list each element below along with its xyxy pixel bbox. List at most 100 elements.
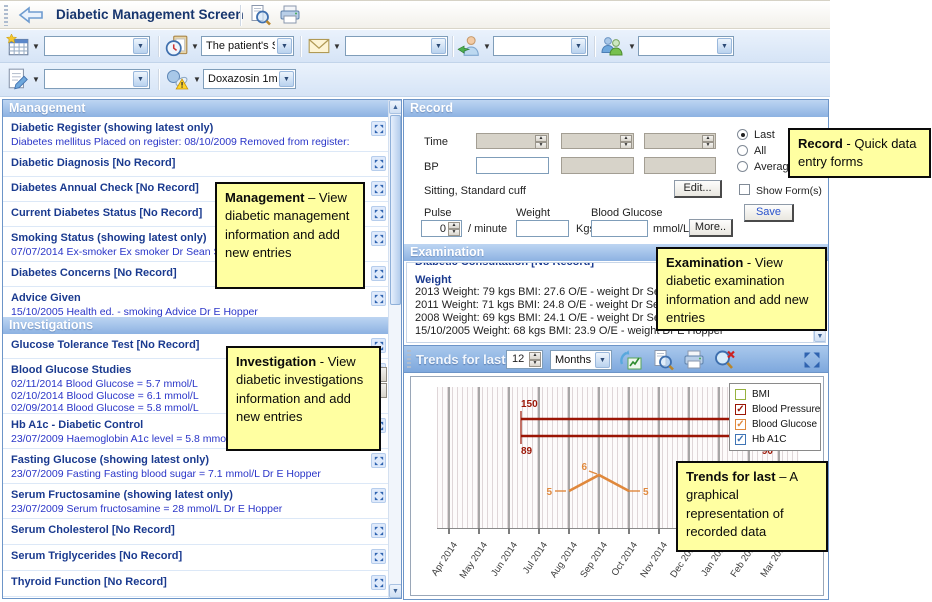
patient-services-caret-icon[interactable]: ▼ (191, 42, 199, 51)
investigations-header: Investigations (3, 317, 390, 334)
pulse-spinner[interactable]: 0 ▲▼ (421, 220, 462, 237)
prescription-caret-icon[interactable]: ▼ (32, 75, 40, 84)
dropdown-arrow-icon[interactable]: ▼ (571, 38, 586, 54)
dropdown-arrow-icon[interactable]: ▼ (717, 38, 732, 54)
blood-glucose-checkbox[interactable]: ✓ (735, 419, 746, 430)
refresh-chart-button[interactable] (617, 348, 645, 372)
list-item-diabetic-diagnosis[interactable]: Diabetic Diagnosis [No Record] (3, 152, 390, 177)
legend-item-hba1c[interactable]: ✓ Hb A1C (735, 433, 815, 446)
list-item-diabetic-register[interactable]: Diabetic Register (showing latest only) … (3, 117, 390, 152)
trends-unit-select[interactable]: Months ▼ (550, 350, 612, 370)
item-detail: 15/10/2005 Health ed. - smoking Advice D… (11, 306, 364, 318)
preview-button[interactable] (247, 3, 273, 27)
legend-item-blood-glucose[interactable]: ✓ Blood Glucose (735, 418, 815, 433)
back-button[interactable] (14, 3, 50, 27)
expand-icon[interactable] (371, 488, 386, 503)
radio-average[interactable] (737, 161, 748, 172)
scrollbar-thumb[interactable] (390, 115, 401, 305)
expand-chart-button[interactable] (800, 348, 824, 372)
time-spinner-3[interactable]: ▲▼ (644, 133, 716, 149)
printer-icon (279, 4, 301, 26)
trends-toolbar: Trends for last 12 ▲▼ Months ▼ (404, 345, 828, 373)
appointments-calendar-icon[interactable] (6, 34, 30, 58)
expand-icon[interactable] (371, 231, 386, 246)
scroll-up-icon[interactable]: ▲ (389, 100, 402, 114)
medication-pills-icon[interactable] (165, 67, 189, 91)
bp-field-3 (644, 157, 716, 174)
patients-people-icon[interactable] (600, 34, 624, 58)
trends-period-spinner[interactable]: 12 ▲▼ (506, 350, 543, 369)
edit-button[interactable]: Edit... (674, 180, 722, 198)
list-item-serum-cholesterol[interactable]: Serum Cholesterol [No Record] (3, 519, 390, 545)
expand-icon[interactable] (371, 181, 386, 196)
time-spinner-1[interactable]: ▲▼ (476, 133, 549, 149)
dropdown-arrow-icon[interactable]: ▼ (133, 38, 148, 54)
list-item-serum-fructosamine[interactable]: Serum Fructosamine (showing latest only)… (3, 484, 390, 519)
expand-icon[interactable] (371, 266, 386, 281)
bp-field-2 (561, 157, 634, 174)
blood-glucose-input[interactable] (591, 220, 648, 237)
radio-last[interactable] (737, 129, 748, 140)
blood-pressure-checkbox[interactable]: ✓ (735, 404, 746, 415)
medication-caret-icon[interactable]: ▼ (193, 75, 201, 84)
list-item-fasting-glucose[interactable]: Fasting Glucose (showing latest only) 23… (3, 449, 390, 484)
expand-icon[interactable] (371, 575, 386, 590)
dropdown-arrow-icon[interactable]: ▼ (133, 71, 148, 87)
expand-icon[interactable] (371, 523, 386, 538)
list-item-thyroid-function[interactable]: Thyroid Function [No Record] (3, 571, 390, 597)
note-bold-text: Examination (666, 255, 743, 270)
bp-input-1[interactable] (476, 157, 549, 174)
mail-envelope-icon[interactable] (307, 34, 331, 58)
dropdown-arrow-icon[interactable]: ▼ (595, 352, 610, 368)
legend-item-blood-pressure[interactable]: ✓ Blood Pressure (735, 403, 815, 418)
dropdown-arrow-icon[interactable]: ▼ (279, 71, 294, 87)
radio-all[interactable] (737, 145, 748, 156)
list-item-advice-given[interactable]: Advice Given 15/10/2005 Health ed. - smo… (3, 287, 390, 317)
referral-caret-icon[interactable]: ▼ (483, 42, 491, 51)
zoom-reset-button[interactable] (711, 348, 739, 372)
expand-icon[interactable] (371, 206, 386, 221)
expand-icon[interactable] (371, 121, 386, 136)
print-button[interactable] (277, 3, 303, 27)
referral-combo[interactable]: ▼ (493, 36, 588, 56)
medication-combo[interactable]: Doxazosin 1mg ta... ▼ (203, 69, 296, 89)
time-spinner-2[interactable]: ▲▼ (561, 133, 634, 149)
list-item-serum-triglycerides[interactable]: Serum Triglycerides [No Record] (3, 545, 390, 571)
more-button[interactable]: More.. (689, 219, 733, 237)
expand-icon[interactable] (371, 549, 386, 564)
show-forms-checkbox[interactable] (739, 184, 750, 195)
item-title: Diabetic Register (showing latest only) (11, 122, 364, 134)
item-detail: 23/07/2009 Serum fructosamine = 28 mmol/… (11, 503, 364, 515)
referral-person-icon[interactable] (457, 34, 481, 58)
scroll-down-icon[interactable]: ▼ (389, 584, 402, 598)
legend-item-bmi[interactable]: BMI (735, 388, 815, 403)
appointments-combo[interactable]: ▼ (44, 36, 150, 56)
prescription-combo[interactable]: ▼ (44, 69, 150, 89)
chart-print-button[interactable] (680, 348, 708, 372)
pulse-value: 0 (440, 223, 446, 235)
dropdown-arrow-icon[interactable]: ▼ (277, 38, 292, 54)
patients-caret-icon[interactable]: ▼ (628, 42, 636, 51)
appointments-caret-icon[interactable]: ▼ (32, 42, 40, 51)
expand-icon[interactable] (371, 156, 386, 171)
note-trends: Trends for last – A graphical representa… (676, 461, 828, 552)
save-button[interactable]: Save (744, 204, 794, 222)
drag-grip[interactable] (4, 5, 8, 26)
bmi-checkbox[interactable] (735, 389, 746, 400)
scroll-down-icon[interactable]: ▼ (814, 330, 826, 342)
drag-grip[interactable] (407, 350, 411, 370)
patient-services-combo[interactable]: The patient's S... ▼ (201, 36, 294, 56)
patient-services-clock-icon[interactable] (165, 34, 189, 58)
weight-input[interactable] (516, 220, 569, 237)
prescription-icon[interactable] (6, 67, 30, 91)
mail-combo[interactable]: ▼ (345, 36, 448, 56)
hba1c-checkbox[interactable]: ✓ (735, 434, 746, 445)
dropdown-arrow-icon[interactable]: ▼ (431, 38, 446, 54)
expand-icon[interactable] (371, 291, 386, 306)
chart-preview-button[interactable] (649, 348, 677, 372)
expand-icon[interactable] (371, 453, 386, 468)
mail-caret-icon[interactable]: ▼ (333, 42, 341, 51)
left-panel-scrollbar[interactable]: ▲ ▼ (388, 100, 401, 598)
patients-combo[interactable]: ▼ (638, 36, 734, 56)
bp-diastolic-start-label: 89 (521, 446, 533, 457)
